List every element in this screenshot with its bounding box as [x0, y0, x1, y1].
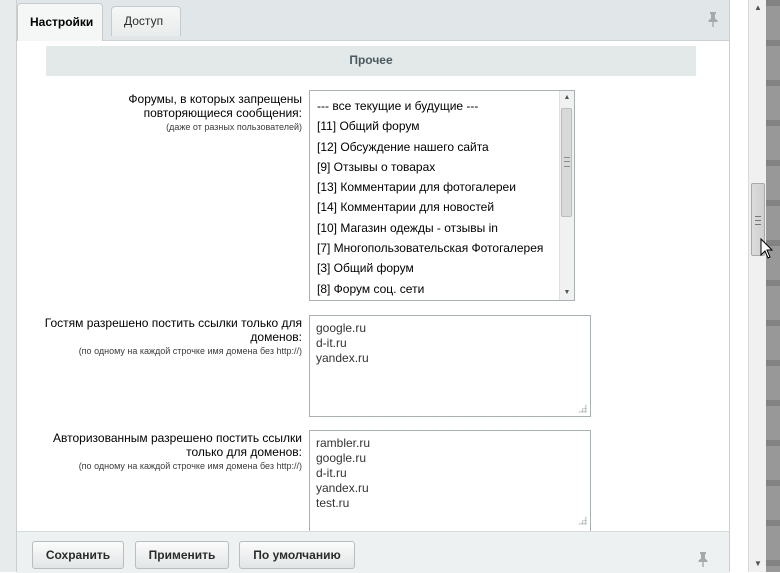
domain-line: rambler.ru: [316, 436, 371, 450]
pin-icon[interactable]: [706, 11, 720, 27]
tab-access[interactable]: Доступ: [111, 6, 181, 36]
mouse-cursor-icon: [760, 237, 774, 260]
forum-option[interactable]: [12] Обсуждение нашего сайта: [310, 137, 562, 157]
forums-label-block: Форумы, в которых запрещены повторяющиес…: [62, 92, 302, 134]
listbox-scrollbar[interactable]: ▲ ▼: [559, 91, 574, 300]
forums-multiselect[interactable]: --- все текущие и будущие --- [11] Общий…: [309, 90, 575, 301]
guest-domains-hint: (по одному на каждой строчке имя домена …: [78, 346, 302, 356]
domain-line: test.ru: [316, 496, 350, 510]
resize-handle-icon[interactable]: [578, 516, 587, 525]
auth-domains-label: Авторизованным разрешено постить ссылки …: [53, 431, 302, 459]
forums-label: Форумы, в которых запрещены повторяющиес…: [128, 92, 302, 120]
scroll-up-icon[interactable]: ▲: [560, 91, 574, 105]
domain-line: d-it.ru: [316, 336, 347, 350]
forum-option[interactable]: [11] Общий форум: [310, 116, 562, 136]
page-scrollbar[interactable]: ▲ ▼: [748, 0, 767, 572]
auth-domains-textarea[interactable]: rambler.ru google.ru d-it.ru yandex.ru t…: [309, 430, 591, 540]
forum-option[interactable]: [7] Многопользовательская Фотогалерея: [310, 238, 562, 258]
domain-line: google.ru: [316, 321, 367, 335]
forum-option[interactable]: [13] Комментарии для фотогалереи: [310, 177, 562, 197]
forum-option[interactable]: --- все текущие и будущие ---: [310, 96, 562, 116]
left-gutter: [0, 0, 16, 572]
domain-line: d-it.ru: [316, 466, 347, 480]
forums-hint: (даже от разных пользователей): [166, 122, 302, 132]
guest-domains-label: Гостям разрешено постить ссылки только д…: [44, 316, 302, 344]
forum-option[interactable]: [10] Магазин одежды - отзывы in: [310, 218, 562, 238]
background-window-strip: [766, 0, 780, 572]
domain-line: google.ru: [316, 451, 367, 465]
scroll-down-icon[interactable]: ▼: [560, 286, 574, 300]
default-button[interactable]: По умолчанию: [239, 541, 355, 569]
domain-line: yandex.ru: [316, 351, 369, 365]
tab-settings[interactable]: Настройки: [17, 3, 103, 41]
forums-options: --- все текущие и будущие --- [11] Общий…: [310, 96, 562, 299]
forum-option[interactable]: [8] Форум соц. сети: [310, 279, 562, 299]
save-button[interactable]: Сохранить: [32, 541, 124, 569]
guest-domains-textarea[interactable]: google.ru d-it.ru yandex.ru: [309, 315, 591, 417]
auth-domains-label-block: Авторизованным разрешено постить ссылки …: [32, 431, 302, 473]
domain-line: yandex.ru: [316, 481, 369, 495]
apply-button[interactable]: Применить: [135, 541, 229, 569]
pin-icon[interactable]: [696, 551, 710, 567]
listbox-scroll-thumb[interactable]: [561, 108, 572, 217]
forum-option[interactable]: [9] Отзывы о товарах: [310, 157, 562, 177]
scroll-up-icon[interactable]: ▲: [749, 0, 767, 16]
scroll-down-icon[interactable]: ▼: [749, 556, 767, 572]
guest-domains-label-block: Гостям разрешено постить ссылки только д…: [42, 316, 302, 358]
section-header: Прочее: [46, 46, 696, 76]
forum-option[interactable]: [14] Комментарии для новостей: [310, 197, 562, 217]
forum-option[interactable]: [3] Общий форум: [310, 258, 562, 278]
auth-domains-hint: (по одному на каждой строчке имя домена …: [78, 461, 302, 471]
resize-handle-icon[interactable]: [578, 404, 587, 413]
